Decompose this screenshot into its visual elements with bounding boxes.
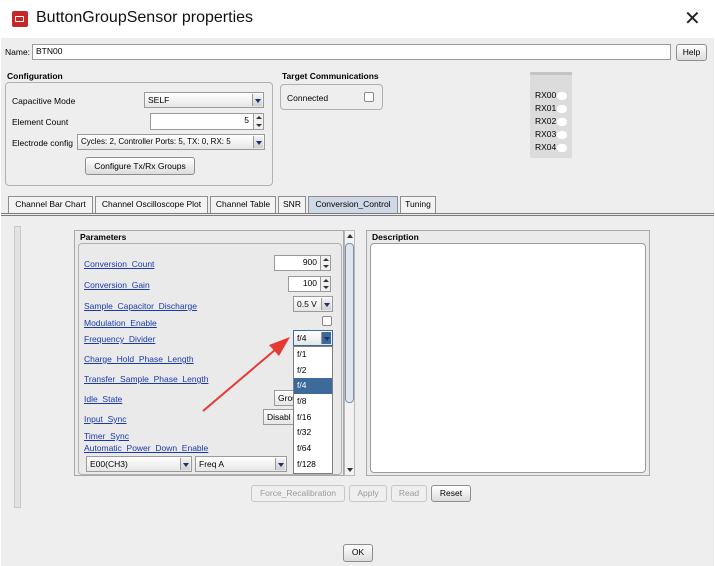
chevron-down-icon	[321, 332, 331, 344]
sample-discharge-value: 0.5 V	[297, 299, 317, 309]
window-title: ButtonGroupSensor properties	[36, 9, 254, 26]
param-idle-state[interactable]: Idle_State	[84, 394, 122, 404]
dropdown-option[interactable]: f/64	[294, 441, 332, 457]
connected-checkbox[interactable]	[364, 92, 374, 102]
configuration-title: Configuration	[7, 71, 63, 81]
rx-led-icon	[557, 92, 567, 100]
rx-led-icon	[557, 105, 567, 113]
close-icon[interactable]: ✕	[684, 6, 701, 31]
scroll-up-icon[interactable]	[347, 234, 353, 238]
modulation-enable-checkbox[interactable]	[322, 316, 332, 326]
conversion-count-spinner[interactable]: 900	[274, 255, 331, 271]
freq-select[interactable]: Freq A	[195, 456, 287, 472]
tab-tuning[interactable]: Tuning	[400, 196, 436, 213]
param-transfer-sample-phase-length[interactable]: Transfer_Sample_Phase_Length	[84, 374, 208, 384]
parameters-title: Parameters	[80, 232, 127, 242]
apply-button[interactable]: Apply	[349, 485, 387, 502]
capacitive-mode-value: SELF	[148, 95, 170, 105]
rx-label: RX00	[535, 90, 557, 100]
dropdown-option[interactable]: f/32	[294, 425, 332, 441]
param-conversion-count[interactable]: Conversion_Count	[84, 259, 154, 269]
conversion-gain-value: 100	[302, 278, 317, 288]
frequency-divider-value: f/4	[297, 333, 307, 343]
param-input-sync[interactable]: Input_Sync	[84, 414, 127, 424]
dropdown-option[interactable]: f/8	[294, 394, 332, 410]
tab-channel-bar-chart[interactable]: Channel Bar Chart	[8, 196, 93, 213]
electrode-config-label: Electrode config	[12, 138, 73, 148]
chevron-down-icon	[275, 458, 285, 470]
name-label: Name:	[5, 47, 31, 57]
rx-label: RX02	[535, 116, 557, 126]
description-text-area[interactable]	[370, 243, 646, 473]
element-count-value: 5	[244, 115, 249, 125]
conversion-gain-spinner[interactable]: 100	[288, 276, 331, 292]
capacitive-mode-select[interactable]: SELF	[144, 92, 264, 108]
rx-indicator-panel: RX00 RX01 RX02 RX03 RX04	[530, 72, 572, 158]
dropdown-option[interactable]: f/128	[294, 457, 332, 473]
capacitive-mode-label: Capacitive Mode	[12, 96, 76, 106]
rx-label: RX03	[535, 129, 557, 139]
target-comms-title: Target Communications	[282, 71, 379, 81]
ok-button[interactable]: OK	[343, 544, 373, 562]
param-sample-capacitor-discharge[interactable]: Sample_Capacitor_Discharge	[84, 301, 197, 311]
chevron-down-icon	[253, 136, 263, 148]
freq-select-value: Freq A	[199, 459, 225, 469]
chevron-down-icon	[252, 94, 262, 106]
dropdown-option[interactable]: f/2	[294, 363, 332, 379]
spinner-arrows-icon[interactable]	[320, 256, 330, 270]
element-count-label: Element Count	[12, 117, 69, 127]
scroll-down-icon[interactable]	[347, 468, 353, 472]
element-count-spinner[interactable]: 5	[150, 113, 264, 130]
left-scrollbar[interactable]	[14, 226, 21, 508]
element-select-value: E00(CH3)	[90, 459, 128, 469]
description-title: Description	[372, 232, 419, 242]
tab-channel-table[interactable]: Channel Table	[210, 196, 276, 213]
tab-snr[interactable]: SNR	[278, 196, 306, 213]
frequency-divider-select[interactable]: f/4	[293, 330, 333, 346]
sample-discharge-select[interactable]: 0.5 V	[293, 296, 333, 312]
dropdown-option[interactable]: f/1	[294, 347, 332, 363]
frequency-divider-dropdown[interactable]: f/1 f/2 f/4 f/8 f/16 f/32 f/64 f/128	[293, 346, 333, 474]
parameters-scrollbar[interactable]	[344, 230, 355, 476]
rx-label: RX01	[535, 103, 557, 113]
param-frequency-divider[interactable]: Frequency_Divider	[84, 334, 155, 344]
param-modulation-enable[interactable]: Modulation_Enable	[84, 318, 157, 328]
param-automatic-power-down-enable[interactable]: Automatic_Power_Down_Enable	[84, 443, 208, 453]
read-button[interactable]: Read	[391, 485, 427, 502]
rx-led-icon	[557, 118, 567, 126]
tab-conversion-control[interactable]: Conversion_Control	[308, 196, 398, 213]
tab-divider	[1, 213, 714, 216]
reset-button[interactable]: Reset	[431, 485, 471, 502]
dropdown-option-selected[interactable]: f/4	[294, 378, 332, 395]
name-input[interactable]: BTN00	[32, 44, 671, 60]
spinner-arrows-icon[interactable]	[320, 277, 330, 291]
param-conversion-gain[interactable]: Conversion_Gain	[84, 280, 150, 290]
connected-label: Connected	[287, 93, 329, 103]
param-charge-hold-phase-length[interactable]: Charge_Hold_Phase_Length	[84, 354, 194, 364]
rx-led-icon	[557, 144, 567, 152]
tab-channel-oscilloscope-plot[interactable]: Channel Oscilloscope Plot	[95, 196, 208, 213]
app-icon	[12, 11, 28, 27]
force-recalibration-button[interactable]: Force_Recalibration	[251, 485, 345, 502]
chevron-down-icon	[180, 458, 190, 470]
conversion-count-value: 900	[302, 257, 317, 267]
electrode-config-value: Cycles: 2, Controller Ports: 5, TX: 0, R…	[81, 137, 231, 146]
help-button[interactable]: Help	[676, 44, 707, 61]
rx-label: RX04	[535, 142, 557, 152]
spinner-arrows-icon[interactable]	[253, 114, 263, 129]
configure-txrx-button[interactable]: Configure Tx/Rx Groups	[85, 157, 195, 175]
dropdown-option[interactable]: f/16	[294, 410, 332, 426]
electrode-config-select[interactable]: Cycles: 2, Controller Ports: 5, TX: 0, R…	[77, 134, 265, 150]
param-timer-sync[interactable]: Timer_Sync	[84, 431, 129, 441]
rx-led-icon	[557, 131, 567, 139]
element-select[interactable]: E00(CH3)	[86, 456, 192, 472]
chevron-down-icon	[321, 298, 331, 310]
scroll-thumb[interactable]	[345, 243, 354, 403]
